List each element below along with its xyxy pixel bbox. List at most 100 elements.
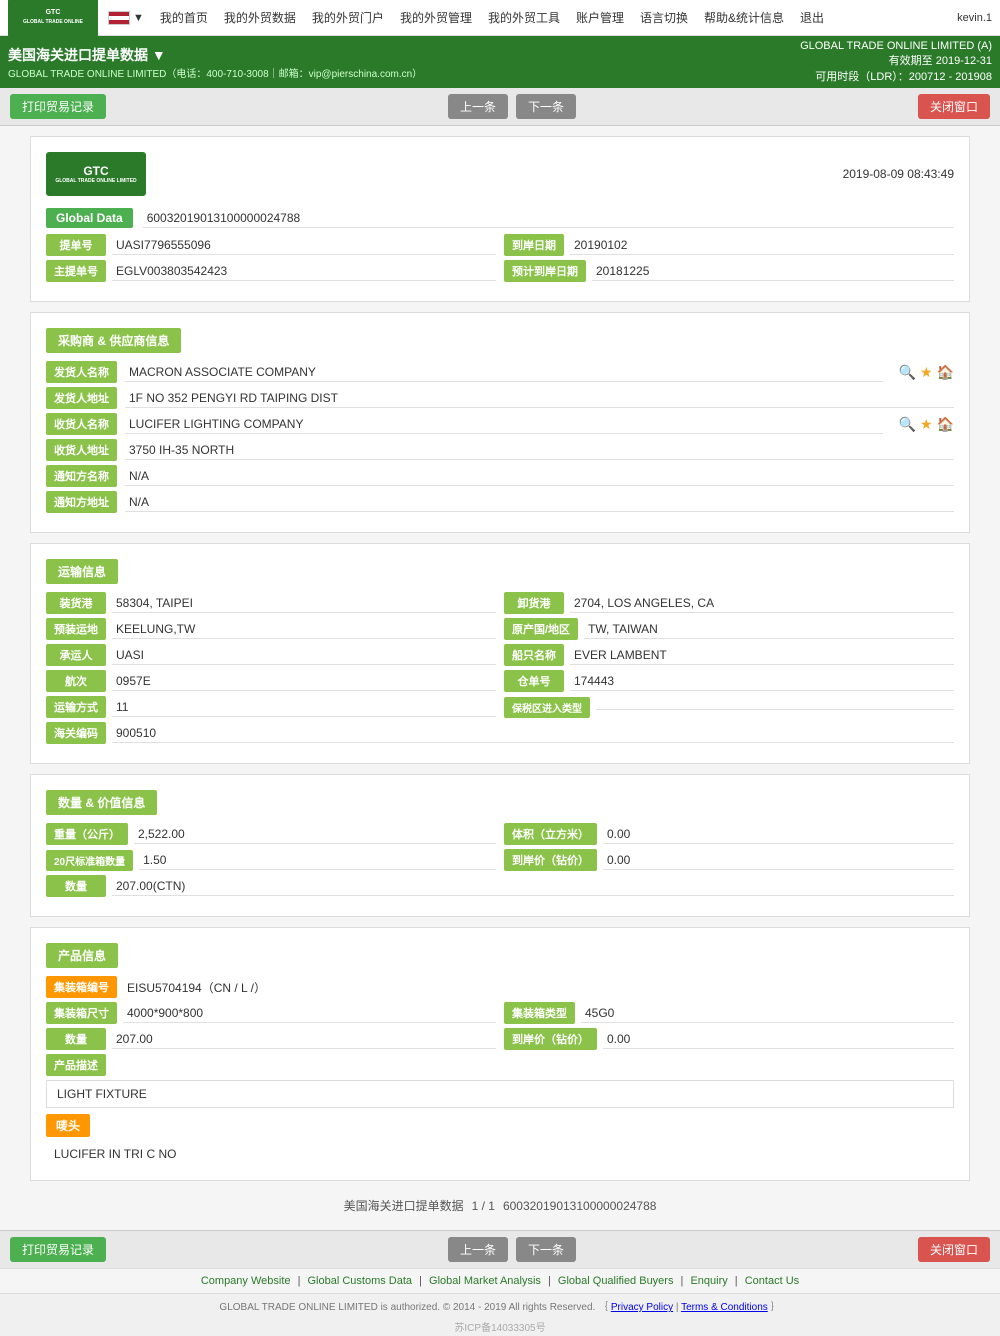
nav-trade-data[interactable]: 我的外贸数据 [216, 0, 304, 36]
nav-account[interactable]: 账户管理 [568, 0, 632, 36]
estimated-arrival-label: 预计到岸日期 [504, 260, 586, 282]
qty-value: 207.00(CTN) [112, 877, 954, 896]
document-card: GTC GLOBAL TRADE ONLINE LIMITED 2019-08-… [30, 136, 970, 302]
doc-header: GTC GLOBAL TRADE ONLINE LIMITED 2019-08-… [46, 152, 954, 196]
warehouse-label: 仓单号 [504, 670, 564, 692]
vessel-col: 船只名称 EVER LAMBENT [504, 644, 954, 666]
description-label: 产品描述 [46, 1054, 106, 1076]
weight-label: 重量（公斤） [46, 823, 128, 845]
load-place-col: 预装运地 KEELUNG,TW [46, 618, 496, 640]
consignee-addr-label: 收货人地址 [46, 439, 117, 461]
footer-terms-link[interactable]: Terms & Conditions [681, 1302, 768, 1313]
nav-logout[interactable]: 退出 [792, 0, 832, 36]
customs-value: 900510 [112, 724, 954, 743]
product-price-value: 0.00 [603, 1030, 954, 1049]
footer-print-button[interactable]: 打印贸易记录 [10, 1237, 106, 1262]
nav-help[interactable]: 帮助&统计信息 [696, 0, 792, 36]
account-ldr: 可用时段（LDR）：200712 - 201908 [800, 68, 992, 84]
transport-mode-label: 运输方式 [46, 696, 106, 718]
product-price-col: 到岸价（钻价） 0.00 [504, 1028, 954, 1050]
footer-privacy-link[interactable]: Privacy Policy [611, 1302, 673, 1313]
section-title-quantity: 数量 & 价值信息 [46, 790, 157, 815]
voyage-value: 0957E [112, 672, 496, 691]
container-size-label: 集装箱尺寸 [46, 1002, 117, 1024]
section-title-product: 产品信息 [46, 943, 118, 968]
notify-addr-value: N/A [125, 493, 954, 512]
bill-label: 提单号 [46, 234, 106, 256]
transport-header: 运输信息 [46, 559, 954, 592]
account-info: GLOBAL TRADE ONLINE LIMITED (A) 有效期至 201… [800, 40, 992, 84]
shipper-home-icon[interactable]: 🏠 [937, 364, 954, 381]
container-type-col: 集装箱类型 45G0 [504, 1002, 954, 1024]
weight-row: 重量（公斤） 2,522.00 体积（立方米） 0.00 [46, 823, 954, 845]
marks-label: 唛头 [46, 1114, 90, 1137]
flag-selector[interactable]: ▼ [108, 11, 144, 25]
shipper-value: MACRON ASSOCIATE COMPANY [125, 363, 883, 382]
arrival-date-value: 20190102 [570, 236, 954, 255]
buyer-supplier-section: 采购商 & 供应商信息 发货人名称 MACRON ASSOCIATE COMPA… [30, 312, 970, 533]
footer-link-market[interactable]: Global Market Analysis [429, 1275, 541, 1287]
logo-text: GTCGLOBAL TRADE ONLINE [23, 9, 83, 26]
transport-mode-row: 运输方式 11 保税区进入类型 [46, 696, 954, 718]
prev-button[interactable]: 上一条 [448, 94, 508, 119]
estimated-arrival-col: 预计到岸日期 20181225 [504, 260, 954, 282]
origin-country-label: 原产国/地区 [504, 618, 578, 640]
print-button[interactable]: 打印贸易记录 [10, 94, 106, 119]
load-place-value: KEELUNG,TW [112, 620, 496, 639]
second-navigation: 美国海关进口提单数据 ▼ GLOBAL TRADE ONLINE LIMITED… [0, 36, 1000, 88]
section-title-transport: 运输信息 [46, 559, 118, 584]
footer-next-button[interactable]: 下一条 [516, 1237, 576, 1262]
volume-value: 0.00 [603, 825, 954, 844]
footer-link-customs[interactable]: Global Customs Data [308, 1275, 413, 1287]
voyage-col: 航次 0957E [46, 670, 496, 692]
estimated-arrival-value: 20181225 [592, 262, 954, 281]
volume-col: 体积（立方米） 0.00 [504, 823, 954, 845]
footer-link-enquiry[interactable]: Enquiry [690, 1275, 727, 1287]
footer-prev-button[interactable]: 上一条 [448, 1237, 508, 1262]
section-title-buyer: 采购商 & 供应商信息 [46, 328, 181, 353]
next-button[interactable]: 下一条 [516, 94, 576, 119]
product-header: 产品信息 [46, 943, 954, 976]
consignee-star-icon[interactable]: ★ [920, 416, 933, 433]
arrival-price-col: 到岸价（钻价） 0.00 [504, 849, 954, 871]
quantity-section: 数量 & 价值信息 重量（公斤） 2,522.00 体积（立方米） 0.00 2… [30, 774, 970, 917]
consignee-home-icon[interactable]: 🏠 [937, 416, 954, 433]
consignee-search-icon[interactable]: 🔍 [899, 416, 916, 433]
shipper-star-icon[interactable]: ★ [920, 364, 933, 381]
shipper-icons: 🔍 ★ 🏠 [899, 364, 954, 381]
footer-link-contact[interactable]: Contact Us [745, 1275, 799, 1287]
nav-trade-tools[interactable]: 我的外贸工具 [480, 0, 568, 36]
origin-country-col: 原产国/地区 TW, TAIWAN [504, 618, 954, 640]
notify-row: 通知方名称 N/A [46, 465, 954, 487]
warehouse-col: 仓单号 174443 [504, 670, 954, 692]
close-button[interactable]: 关闭窗口 [918, 94, 990, 119]
marks-header-container: 唛头 [46, 1114, 954, 1141]
nav-language[interactable]: 语言切换 [632, 0, 696, 36]
pagination-bill: 60032019013100000024788 [503, 1199, 657, 1213]
footer-link-buyers[interactable]: Global Qualified Buyers [558, 1275, 674, 1287]
account-expiry: 有效期至 2019-12-31 [800, 52, 992, 68]
carrier-col: 承运人 UASI [46, 644, 496, 666]
consignee-row: 收货人名称 LUCIFER LIGHTING COMPANY 🔍 ★ 🏠 [46, 413, 954, 435]
shipper-addr-row: 发货人地址 1F NO 352 PENGYI RD TAIPING DIST [46, 387, 954, 409]
nav-trade-portal[interactable]: 我的外贸门户 [304, 0, 392, 36]
footer-close-button[interactable]: 关闭窗口 [918, 1237, 990, 1262]
load-port-label: 装货港 [46, 592, 106, 614]
arrival-price-value: 0.00 [603, 851, 954, 870]
container-type-value: 45G0 [581, 1004, 954, 1023]
shipper-search-icon[interactable]: 🔍 [899, 364, 916, 381]
product-section: 产品信息 集装箱编号 EISU5704194（CN / L /） 集装箱尺寸 4… [30, 927, 970, 1181]
footer-link-company[interactable]: Company Website [201, 1275, 291, 1287]
shipper-addr-label: 发货人地址 [46, 387, 117, 409]
nav-trade-manage[interactable]: 我的外贸管理 [392, 0, 480, 36]
container-no-row: 集装箱编号 EISU5704194（CN / L /） [46, 976, 954, 998]
volume-label: 体积（立方米） [504, 823, 597, 845]
close-brace: ｝ [771, 1302, 781, 1313]
description-value: LIGHT FIXTURE [46, 1080, 954, 1108]
arrival-date-col: 到岸日期 20190102 [504, 234, 954, 256]
qty-row: 数量 207.00(CTN) [46, 875, 954, 897]
discharge-port-label: 卸货港 [504, 592, 564, 614]
voyage-row: 航次 0957E 仓单号 174443 [46, 670, 954, 692]
container20-col: 20尺标准箱数量 1.50 [46, 849, 496, 871]
nav-home[interactable]: 我的首页 [152, 0, 216, 36]
